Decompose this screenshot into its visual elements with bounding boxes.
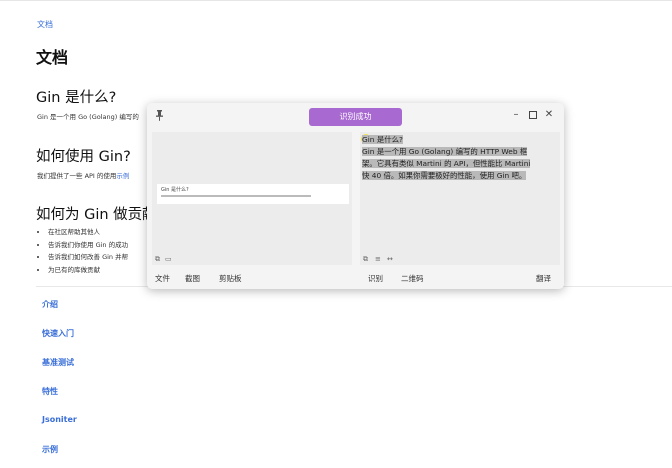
maximize-icon[interactable]	[527, 109, 539, 122]
status-badge: 识别成功	[309, 108, 402, 126]
nav-link-features[interactable]: 特性	[42, 386, 58, 397]
contribute-list: 在社区帮助其他人 告诉我们你使用 Gin 的成功 告诉我们如何改善 Gin 并帮…	[38, 229, 128, 279]
recognize-button[interactable]: 识别	[368, 273, 383, 284]
image-preview-pane: Gin 是什么? ⧉ ▭	[152, 132, 352, 265]
ocr-line: 快 40 倍。如果你需要极好的性能，使用 Gin 吧。	[362, 171, 527, 180]
ocr-line: 架。它具有类似 Martini 的 API，但性能比 Martini	[362, 159, 531, 168]
qr-code-button[interactable]: 二维码	[401, 273, 424, 284]
examples-link[interactable]: 示例	[116, 172, 129, 180]
ocr-result-pane[interactable]: Gin 是什么? Gin 是一个用 Go (Golang) 编写的 HTTP W…	[360, 132, 560, 265]
image-icon[interactable]: ▭	[165, 255, 172, 263]
page-title: 文档	[36, 48, 69, 67]
nav-link-jsoniter[interactable]: Jsoniter	[42, 415, 77, 424]
list-item: 告诉我们如何改善 Gin 并帮	[48, 254, 128, 261]
copy-icon[interactable]: ⧉	[155, 255, 160, 264]
section-text-how-to-use: 我们提供了一些 API 的使用示例	[37, 172, 130, 180]
preview-title: Gin 是什么?	[161, 187, 189, 193]
list-item: 在社区帮助其他人	[48, 229, 128, 236]
translate-button[interactable]: 翻译	[536, 273, 551, 284]
ocr-dialog: 识别成功 – ✕ Gin 是什么? ⧉ ▭ Gin 是什么? Gin 是一个用 …	[147, 103, 564, 289]
pin-icon[interactable]	[155, 110, 164, 124]
ocr-line: Gin 是什么?	[362, 135, 403, 144]
top-divider	[0, 0, 672, 1]
nav-link-quickstart[interactable]: 快速入门	[42, 328, 74, 339]
file-button[interactable]: 文件	[155, 273, 170, 284]
ocr-line: Gin 是一个用 Go (Golang) 编写的 HTTP Web 框	[362, 147, 528, 156]
section-heading-contribute: 如何为 Gin 做贡献	[36, 207, 157, 223]
section-heading-what-is-gin: Gin 是什么?	[36, 90, 117, 106]
breadcrumb[interactable]: 文档	[37, 19, 53, 30]
clipboard-button[interactable]: 剪贴板	[219, 273, 242, 284]
preview-text-line	[161, 195, 311, 197]
swap-icon[interactable]: ↔	[387, 255, 393, 263]
section-text-what-is-gin: Gin 是一个用 Go (Golang) 编写的	[37, 113, 139, 121]
format-icon[interactable]: ≡	[375, 255, 381, 263]
screenshot-button[interactable]: 截图	[185, 273, 200, 284]
nav-link-intro[interactable]: 介绍	[42, 299, 58, 310]
close-icon[interactable]: ✕	[543, 109, 555, 120]
list-item: 为已有的库做贡献	[48, 266, 128, 274]
section-heading-how-to-use: 如何使用 Gin?	[36, 149, 131, 165]
list-item: 告诉我们你使用 Gin 的成功	[48, 241, 128, 249]
ocr-result-text[interactable]: Gin 是什么? Gin 是一个用 Go (Golang) 编写的 HTTP W…	[362, 134, 558, 182]
nav-link-examples[interactable]: 示例	[42, 444, 58, 455]
copy-icon[interactable]: ⧉	[363, 255, 368, 264]
preview-thumbnail: Gin 是什么?	[157, 184, 349, 204]
nav-link-benchmarks[interactable]: 基准测试	[42, 357, 74, 368]
minimize-icon[interactable]: –	[510, 109, 522, 120]
